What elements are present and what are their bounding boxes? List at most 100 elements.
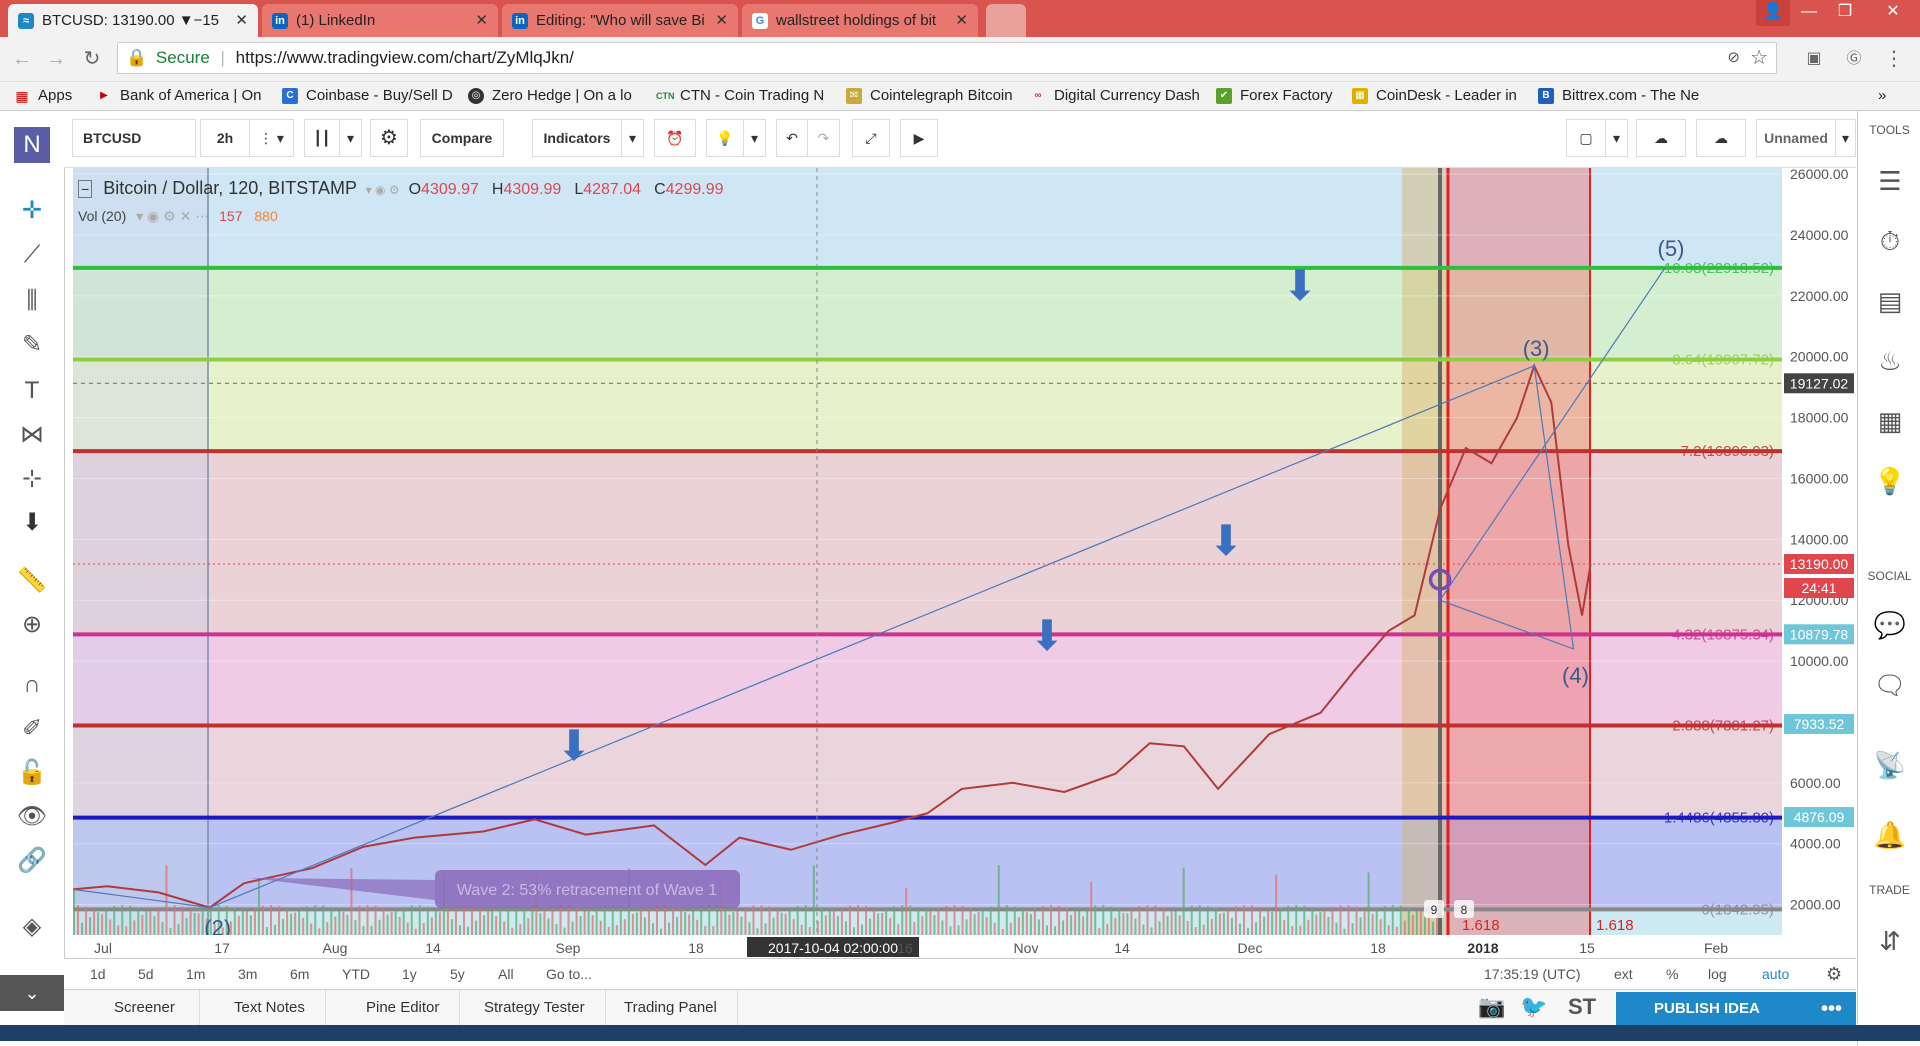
user-icon[interactable]: 👤 <box>1756 0 1790 26</box>
collapse-legend-icon[interactable]: − <box>78 180 93 198</box>
bulb-dropdown-icon[interactable]: ▾ <box>744 119 766 157</box>
timeframe-6m[interactable]: 6m <box>290 959 309 989</box>
maximize-icon[interactable]: ❐ <box>1828 0 1862 26</box>
collapse-toolbar-icon[interactable]: ⌄ <box>0 975 64 1011</box>
pattern-icon[interactable]: ⋈ <box>14 417 50 453</box>
bookmark-apps[interactable]: ▦ Apps <box>14 86 72 106</box>
scale-settings-gear-icon[interactable]: ⚙ <box>1826 959 1842 989</box>
close-icon[interactable]: ✕ <box>235 4 248 37</box>
fullscreen-icon[interactable]: ⤢ <box>852 119 890 157</box>
bookmark-coinbase[interactable]: C Coinbase - Buy/Sell D <box>282 86 472 106</box>
extension-g-icon[interactable]: Ⓖ <box>1840 45 1868 73</box>
timeframe-5d[interactable]: 5d <box>138 959 154 989</box>
alerts-clock-icon[interactable]: ⏱ <box>1872 223 1908 259</box>
extended-hours-toggle[interactable]: ext <box>1614 959 1633 989</box>
layout-icon[interactable]: ▢ <box>1566 119 1606 157</box>
layout-dropdown-icon[interactable]: ▾ <box>1606 119 1628 157</box>
streams-icon[interactable]: 📡 <box>1872 747 1908 783</box>
back-icon[interactable]: ← <box>8 45 36 73</box>
crosshair-icon[interactable]: ✛ <box>14 193 50 229</box>
ruler-icon[interactable]: 📏 <box>14 563 50 599</box>
redo-icon[interactable]: ↷ <box>808 119 840 157</box>
reload-icon[interactable]: ↻ <box>78 45 106 73</box>
star-icon[interactable]: ☆ <box>1750 43 1768 73</box>
undo-icon[interactable]: ↶ <box>776 119 808 157</box>
bookmark-ctn[interactable]: CTN CTN - Coin Trading N <box>656 86 850 106</box>
tab-tradingview[interactable]: ≈ BTCUSD: 13190.00 ▼−15 ✕ <box>8 4 258 37</box>
timeframe-5y[interactable]: 5y <box>450 959 465 989</box>
layout-name-button[interactable]: Unnamed <box>1756 119 1836 157</box>
timeframe-1m[interactable]: 1m <box>186 959 205 989</box>
tab-linkedin-editing[interactable]: in Editing: "Who will save Bi ✕ <box>502 4 738 37</box>
bookmark-coindesk[interactable]: ▦ CoinDesk - Leader in <box>1352 86 1536 106</box>
interval-dropdown-icon[interactable]: ⋮ ▾ <box>250 119 294 157</box>
close-icon[interactable]: ✕ <box>715 4 728 37</box>
chat-icon[interactable]: 💬 <box>1872 607 1908 643</box>
timeframe-1y[interactable]: 1y <box>402 959 417 989</box>
zoom-in-icon[interactable]: ⊕ <box>14 607 50 643</box>
unlock-icon[interactable]: 🔓 <box>14 755 50 791</box>
watchlist-icon[interactable]: ☰ <box>1872 163 1908 199</box>
tab-pine-editor[interactable]: Pine Editor <box>346 990 461 1026</box>
pitchfork-icon[interactable]: ⫼ <box>14 283 50 319</box>
more-options-icon[interactable]: ••• <box>1821 992 1842 1026</box>
translate-icon[interactable]: ⊘ <box>1727 43 1740 73</box>
alert-icon[interactable]: ⏰ <box>654 119 696 157</box>
goto-date[interactable]: Go to... <box>546 959 592 989</box>
layers-icon[interactable]: ◈ <box>14 909 50 945</box>
volume-dropdown-icon[interactable]: ▾ ◉ ⚙ ✕ ⋯ <box>136 208 209 224</box>
timeframe-ytd[interactable]: YTD <box>342 959 370 989</box>
percent-scale-toggle[interactable]: % <box>1666 959 1678 989</box>
forward-icon[interactable]: → <box>42 45 70 73</box>
chart-type-icon[interactable]: ┃┃ <box>304 119 340 157</box>
arrow-down-icon[interactable]: ⬇ <box>14 505 50 541</box>
extension-icon[interactable]: ▣ <box>1800 45 1828 73</box>
text-tool-icon[interactable]: T <box>14 373 50 409</box>
ideas-stream-icon[interactable]: 💡 <box>1872 463 1908 499</box>
eye-icon[interactable]: 👁 <box>14 799 50 835</box>
chart-type-dropdown-icon[interactable]: ▾ <box>340 119 362 157</box>
trend-line-icon[interactable]: ⟋ <box>14 237 50 273</box>
tab-trading-panel[interactable]: Trading Panel <box>604 990 738 1026</box>
data-window-icon[interactable]: ▤ <box>1872 283 1908 319</box>
compare-button[interactable]: Compare <box>420 119 504 157</box>
cloud-load-icon[interactable]: ☁ <box>1636 119 1686 157</box>
bookmark-digital-currency[interactable]: ∞ Digital Currency Dash <box>1030 86 1226 106</box>
timeframe-1d[interactable]: 1d <box>90 959 106 989</box>
indicators-dropdown-icon[interactable]: ▾ <box>622 119 644 157</box>
close-icon[interactable]: ✕ <box>955 4 968 37</box>
new-tab-button[interactable] <box>986 4 1026 37</box>
stocktwits-icon[interactable]: ST <box>1568 994 1596 1020</box>
notifications-bell-icon[interactable]: 🔔 <box>1872 817 1908 853</box>
bookmark-zero-hedge[interactable]: ◎ Zero Hedge | On a lo <box>468 86 662 106</box>
bookmark-bank-of-america[interactable]: ▶ Bank of America | On <box>96 86 286 106</box>
bookmark-bittrex[interactable]: B Bittrex.com - The Ne <box>1538 86 1732 106</box>
symbol-input[interactable]: BTCUSD <box>72 119 196 157</box>
magnet-icon[interactable]: ∩ <box>14 667 50 703</box>
twitter-icon[interactable]: 🐦 <box>1520 994 1547 1020</box>
trading-panel-icon[interactable]: ⇵ <box>1872 923 1908 959</box>
tab-strategy-tester[interactable]: Strategy Tester <box>464 990 606 1026</box>
more-bookmarks-icon[interactable]: » <box>1878 86 1886 106</box>
camera-icon[interactable]: 📷 <box>1478 994 1505 1020</box>
minimize-icon[interactable]: — <box>1792 0 1826 26</box>
prediction-icon[interactable]: ⊹ <box>14 461 50 497</box>
bookmark-cointelegraph[interactable]: ✉ Cointelegraph Bitcoin <box>846 86 1040 106</box>
replay-play-icon[interactable]: ▶ <box>900 119 938 157</box>
hotlist-flame-icon[interactable]: ♨ <box>1872 343 1908 379</box>
brush-icon[interactable]: ✎ <box>14 327 50 363</box>
interval-select[interactable]: 2h <box>200 119 250 157</box>
lock-drawings-icon[interactable]: ✐ <box>14 711 50 747</box>
timeframe-all[interactable]: All <box>498 959 514 989</box>
tradingview-logo[interactable]: N <box>14 127 50 163</box>
url-input[interactable]: 🔒 Secure | https://www.tradingview.com/c… <box>117 42 1777 74</box>
auto-scale-toggle[interactable]: auto <box>1762 959 1789 989</box>
publish-idea-button[interactable]: PUBLISH IDEA ••• <box>1616 992 1856 1026</box>
ideas-bulb-icon[interactable]: 💡 <box>706 119 744 157</box>
cloud-save-icon[interactable]: ☁ <box>1696 119 1746 157</box>
timeframe-3m[interactable]: 3m <box>238 959 257 989</box>
private-chat-icon[interactable]: 🗨 <box>1872 667 1908 703</box>
tab-text-notes[interactable]: Text Notes <box>214 990 326 1026</box>
close-icon[interactable]: ✕ <box>475 4 488 37</box>
settings-gear-icon[interactable]: ⚙ <box>370 119 408 157</box>
